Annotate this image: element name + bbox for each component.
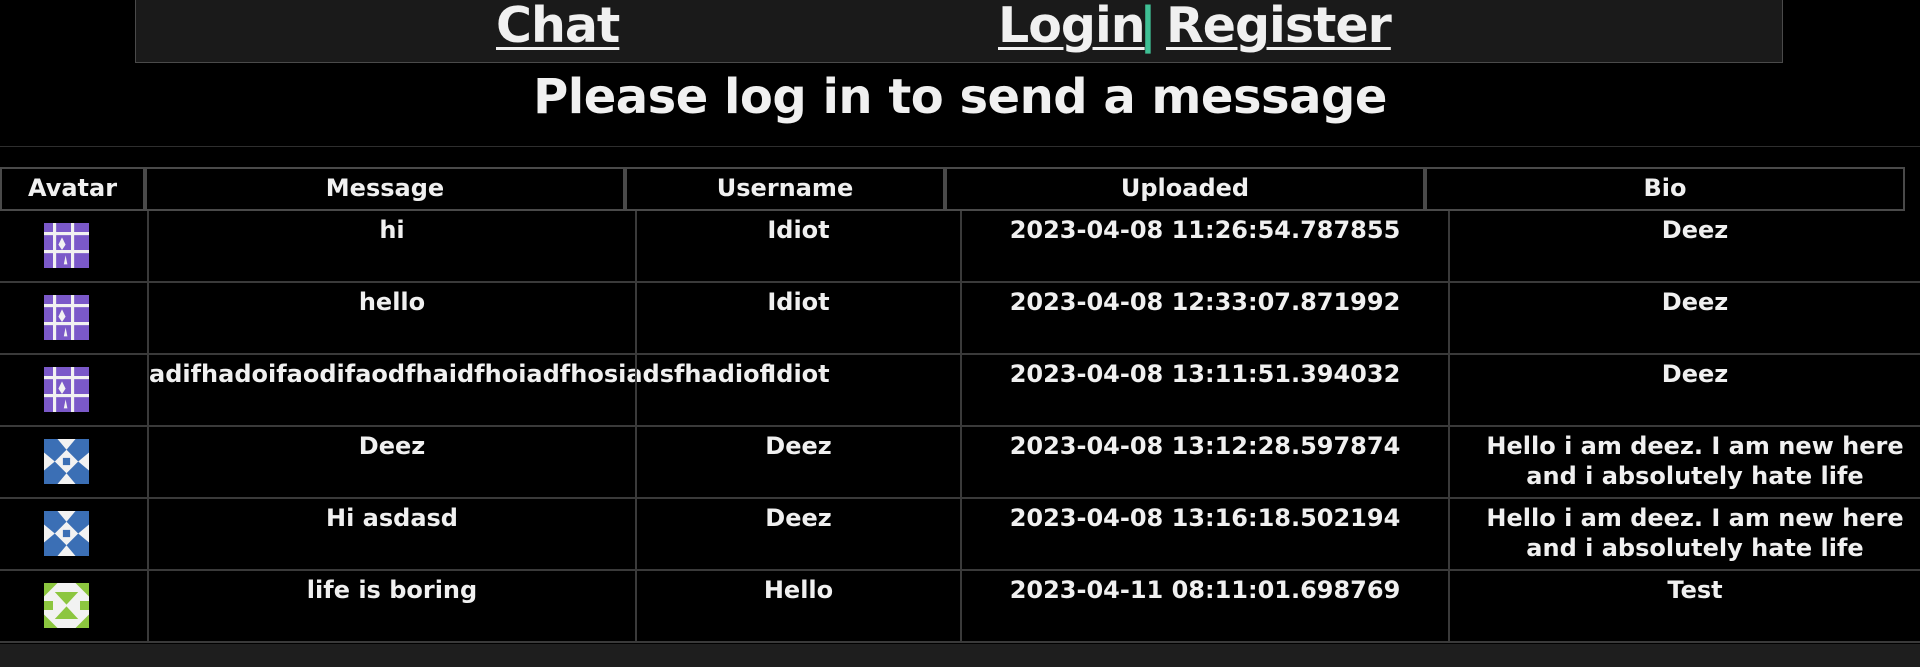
username-cell: Idiot — [635, 211, 960, 283]
username-cell: Deez — [635, 427, 960, 499]
bio-cell: Deez — [1448, 355, 1920, 427]
login-link[interactable]: Login — [998, 0, 1146, 55]
avatar — [44, 367, 89, 412]
divider — [0, 146, 1920, 147]
header-username: Username — [625, 167, 945, 211]
uploaded-cell: 2023-04-08 12:33:07.871992 — [960, 283, 1448, 355]
table-header: Avatar Message Username Uploaded Bio — [0, 167, 1920, 211]
uploaded-cell: 2023-04-08 13:16:18.502194 — [960, 499, 1448, 571]
avatar-cell — [0, 283, 147, 355]
table-row: Deez Deez 2023-04-08 13:12:28.597874 Hel… — [0, 427, 1920, 499]
uploaded-cell: 2023-04-08 13:12:28.597874 — [960, 427, 1448, 499]
avatar — [44, 223, 89, 268]
table-row: hello Idiot 2023-04-08 12:33:07.871992 D… — [0, 283, 1920, 355]
nav-separator: | — [1139, 0, 1157, 54]
table-row: Hi asdasd Deez 2023-04-08 13:16:18.50219… — [0, 499, 1920, 571]
avatar — [44, 295, 89, 340]
username-cell: Deez — [635, 499, 960, 571]
message-cell: adifhadoifaodifaodfhaidfhoiadfhosiadsfha… — [147, 355, 770, 427]
message-cell: life is boring — [147, 571, 635, 643]
bio-cell: Deez — [1448, 283, 1920, 355]
table-row: adifhadoifaodifaodfhaidfhoiadfhosiadsfha… — [0, 355, 1920, 427]
username-cell: Idiot — [635, 283, 960, 355]
avatar-cell — [0, 355, 147, 427]
header-bio: Bio — [1425, 167, 1905, 211]
login-notice: Please log in to send a message — [533, 69, 1387, 125]
navbar: Chat Login | Register — [135, 0, 1783, 63]
username-cell: Idiot — [635, 355, 960, 427]
bio-cell: Hello i am deez. I am new here and i abs… — [1448, 427, 1920, 499]
bio-cell: Hello i am deez. I am new here and i abs… — [1448, 499, 1920, 571]
avatar-cell — [0, 499, 147, 571]
table-row: life is boring Hello 2023-04-11 08:11:01… — [0, 571, 1920, 643]
avatar — [44, 583, 89, 628]
username-cell: Hello — [635, 571, 960, 643]
message-cell: hello — [147, 283, 635, 355]
footer-bar — [0, 644, 1920, 667]
avatar-cell — [0, 211, 147, 283]
uploaded-cell: 2023-04-11 08:11:01.698769 — [960, 571, 1448, 643]
chat-link[interactable]: Chat — [496, 0, 620, 55]
header-uploaded: Uploaded — [945, 167, 1425, 211]
uploaded-cell: 2023-04-08 13:11:51.394032 — [960, 355, 1448, 427]
table-row: hi Idiot 2023-04-08 11:26:54.787855 Deez — [0, 211, 1920, 283]
register-link[interactable]: Register — [1166, 0, 1392, 55]
avatar — [44, 439, 89, 484]
avatar-cell — [0, 427, 147, 499]
message-cell: hi — [147, 211, 635, 283]
header-message: Message — [145, 167, 625, 211]
header-avatar: Avatar — [0, 167, 145, 211]
bio-cell: Deez — [1448, 211, 1920, 283]
message-cell: Deez — [147, 427, 635, 499]
avatar-cell — [0, 571, 147, 643]
bio-cell: Test — [1448, 571, 1920, 643]
uploaded-cell: 2023-04-08 11:26:54.787855 — [960, 211, 1448, 283]
message-cell: Hi asdasd — [147, 499, 635, 571]
avatar — [44, 511, 89, 556]
